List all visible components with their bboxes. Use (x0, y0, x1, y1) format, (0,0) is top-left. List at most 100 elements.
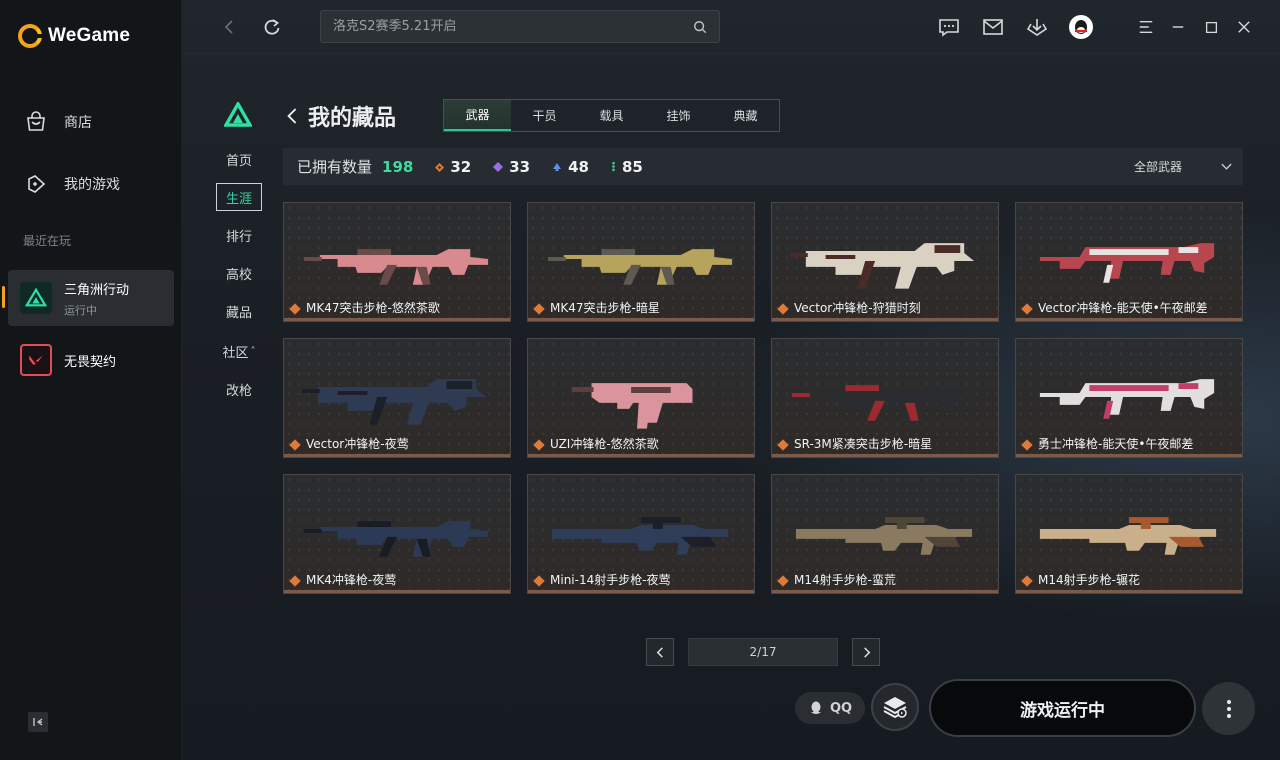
main-area: 首页生涯排行高校藏品社区˄ 改枪 我的藏品 武器干员载具挂饰典藏 已拥有数量 19… (182, 0, 1280, 760)
user-avatar[interactable] (1069, 15, 1093, 39)
weapon-card[interactable]: UZI冲锋枪-悠然茶歌 (527, 338, 755, 458)
rarity-gold-icon (533, 575, 545, 587)
weapon-card[interactable]: 勇士冲锋枪-能天使•午夜邮差 (1015, 338, 1243, 458)
rarity-gold-icon (1021, 439, 1033, 451)
game-nav-label: 改枪 (225, 383, 252, 399)
rarity-count: 33 (493, 158, 530, 176)
weapon-name: UZI冲锋枪-悠然茶歌 (550, 437, 659, 451)
tab-item[interactable]: 武器 (444, 100, 511, 131)
next-page-button[interactable] (852, 638, 880, 666)
maximize-button[interactable] (1199, 15, 1223, 39)
owned-count: 198 (382, 157, 414, 176)
mail-button[interactable] (981, 15, 1005, 39)
mail-icon (983, 19, 1003, 35)
qq-avatar-icon (1069, 15, 1093, 39)
tab-item[interactable]: 典藏 (712, 100, 779, 131)
topbar (182, 0, 1280, 54)
weapon-image (1039, 243, 1215, 283)
search-icon[interactable] (693, 20, 707, 34)
recent-game-valorant[interactable]: 无畏契约 (8, 332, 174, 388)
chevron-down-icon (1221, 163, 1232, 170)
wegame-logo-icon (18, 24, 43, 48)
tab-item[interactable]: 干员 (511, 100, 578, 131)
weapon-name: Vector冲锋枪-能天使•午夜邮差 (1038, 301, 1208, 315)
game-nav-item[interactable]: 首页 (216, 146, 262, 172)
rarity-icon (493, 158, 504, 176)
collapse-sidebar-button[interactable] (28, 712, 48, 732)
weapon-card[interactable]: MK47突击步枪-暗星 (527, 202, 755, 322)
menu-button[interactable] (1134, 15, 1158, 39)
game-nav-item[interactable]: 改枪 (216, 376, 262, 402)
refresh-button[interactable] (261, 16, 283, 38)
more-options-button[interactable] (1202, 682, 1255, 735)
rarity-gold-icon (777, 439, 789, 451)
sidebar: WeGame 商店 我的游戏 最近在玩 三角洲行动 运行中 无畏契约 (0, 0, 182, 760)
rarity-gold-icon (289, 303, 301, 315)
delta-force-logo-icon[interactable] (224, 102, 252, 128)
weapon-card[interactable]: M14射手步枪-蛮荒 (771, 474, 999, 594)
rarity-gold-icon (777, 303, 789, 315)
search-input[interactable] (333, 19, 693, 34)
prev-page-button[interactable] (646, 638, 674, 666)
weapon-name: M14射手步枪-蛮荒 (794, 573, 896, 587)
weapon-card[interactable]: Vector冲锋枪-能天使•午夜邮差 (1015, 202, 1243, 322)
weapon-grid: MK47突击步枪-悠然茶歌 MK47突击步枪-暗星 Vector冲锋枪-狩猎时刻… (283, 202, 1243, 594)
chevron-up-icon: ˄ (250, 345, 256, 357)
layers-icon (883, 697, 907, 719)
qq-penguin-icon (810, 701, 821, 714)
delta-force-icon (20, 282, 52, 314)
weapon-image (303, 249, 489, 285)
gamepad-icon (28, 175, 46, 193)
game-status: 运行中 (64, 303, 97, 317)
weapon-image (1039, 379, 1215, 419)
wegame-logo[interactable]: WeGame (18, 24, 130, 48)
game-running-button[interactable]: 游戏运行中 (929, 679, 1196, 737)
rarity-gold-icon (533, 439, 545, 451)
weapon-card[interactable]: MK4冲锋枪-夜莺 (283, 474, 511, 594)
weapon-name: Vector冲锋枪-狩猎时刻 (794, 301, 921, 315)
minimize-button[interactable] (1166, 15, 1190, 39)
weapon-card[interactable]: M14射手步枪-辗花 (1015, 474, 1243, 594)
weapon-card[interactable]: SR-3M紧凑突击步枪-暗星 (771, 338, 999, 458)
more-vertical-icon (1226, 699, 1231, 718)
sidebar-item-store[interactable]: 商店 (0, 104, 182, 140)
game-nav-label: 排行 (225, 229, 252, 245)
game-nav-item[interactable]: 社区 ˄ (216, 338, 262, 364)
weapon-name: 勇士冲锋枪-能天使•午夜邮差 (1038, 437, 1194, 451)
weapon-card[interactable]: Vector冲锋枪-狩猎时刻 (771, 202, 999, 322)
rarity-gold-icon (777, 575, 789, 587)
weapon-card[interactable]: Mini-14射手步枪-夜莺 (527, 474, 755, 594)
rarity-count-value: 33 (509, 157, 531, 176)
rarity-gold-icon (289, 575, 301, 587)
sidebar-item-my-games[interactable]: 我的游戏 (0, 166, 182, 202)
close-button[interactable] (1232, 15, 1256, 39)
minimize-icon (1172, 26, 1184, 28)
weapon-card[interactable]: MK47突击步枪-悠然茶歌 (283, 202, 511, 322)
rarity-icon (611, 158, 616, 176)
tab-item[interactable]: 载具 (578, 100, 645, 131)
game-nav-item[interactable]: 高校 (216, 260, 262, 286)
chat-button[interactable] (937, 15, 961, 39)
page-indicator: 2/17 (688, 638, 838, 666)
game-nav-item[interactable]: 生涯 (216, 183, 262, 211)
weapon-image (301, 379, 487, 425)
weapon-name: Vector冲锋枪-夜莺 (306, 437, 409, 451)
weapon-image (789, 243, 975, 289)
page-back-link[interactable]: 我的藏品 (286, 100, 396, 132)
game-nav-item[interactable]: 排行 (216, 222, 262, 248)
tab-item[interactable]: 挂饰 (645, 100, 712, 131)
menu-icon (1139, 20, 1153, 34)
stats-bar: 已拥有数量 198 32 33 48 85 全部武器 (283, 148, 1243, 185)
weapon-filter-dropdown[interactable]: 全部武器 (1134, 148, 1233, 185)
chevron-right-icon (863, 646, 870, 658)
download-button[interactable] (1025, 15, 1049, 39)
game-nav-label: 藏品 (225, 305, 252, 321)
game-nav-label: 社区 (222, 345, 249, 361)
game-nav-item[interactable]: 藏品 (216, 298, 262, 324)
qq-button[interactable]: QQ (795, 692, 865, 724)
back-button[interactable] (218, 16, 240, 38)
game-assistant-button[interactable] (871, 683, 919, 731)
weapon-card[interactable]: Vector冲锋枪-夜莺 (283, 338, 511, 458)
recent-game-delta-force[interactable]: 三角洲行动 运行中 (8, 270, 174, 326)
recent-label: 最近在玩 (23, 234, 72, 248)
